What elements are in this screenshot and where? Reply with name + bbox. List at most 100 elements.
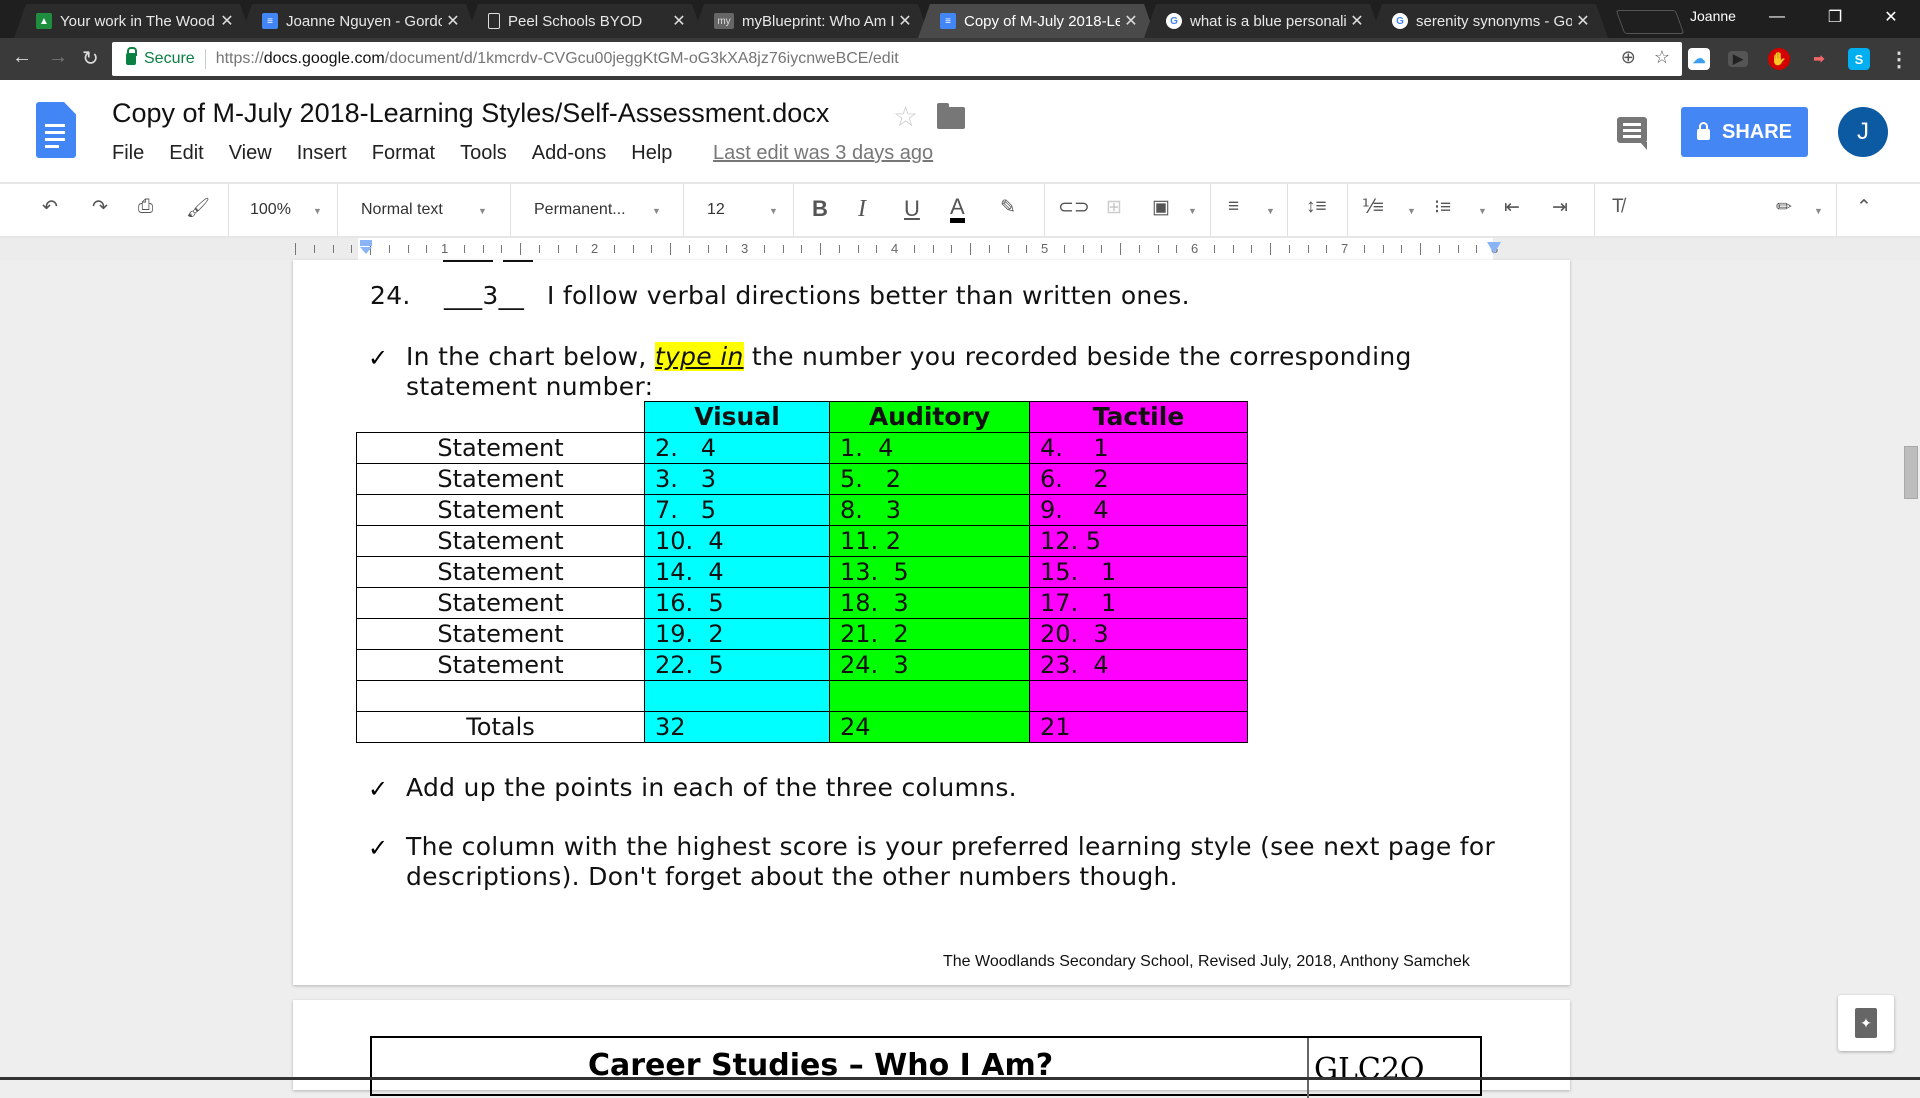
close-window-icon[interactable]: ✕	[1862, 0, 1920, 34]
visual-cell[interactable]: 22. 5	[644, 649, 830, 681]
auditory-cell[interactable]: 21. 2	[829, 618, 1030, 650]
highlight-color-icon[interactable]: ✎	[1000, 196, 1016, 219]
undo-icon[interactable]: ↶	[42, 196, 58, 219]
close-tab-icon[interactable]: ✕	[1572, 11, 1594, 31]
font-size-select[interactable]: 12	[707, 201, 725, 219]
back-icon[interactable]: ←	[12, 46, 32, 69]
menu-help[interactable]: Help	[631, 142, 672, 165]
browser-tab[interactable]: my myBlueprint: Who Am I ✕	[692, 4, 930, 38]
tactile-cell[interactable]: 6. 2	[1029, 463, 1248, 495]
right-indent-marker[interactable]	[1487, 242, 1501, 256]
visual-cell[interactable]: 10. 4	[644, 525, 830, 557]
profile-name[interactable]: Joanne	[1690, 8, 1736, 24]
tactile-cell[interactable]: 23. 4	[1029, 649, 1248, 681]
tactile-cell[interactable]: 15. 1	[1029, 556, 1248, 588]
menu-addons[interactable]: Add-ons	[532, 142, 607, 165]
docs-logo-icon[interactable]	[36, 102, 76, 158]
underline-button[interactable]: U	[904, 196, 920, 222]
decrease-indent-icon[interactable]: ⇤	[1504, 196, 1520, 219]
auditory-cell[interactable]: 11. 2	[829, 525, 1030, 557]
document-title[interactable]: Copy of M-July 2018-Learning Styles/Self…	[112, 98, 829, 129]
item-24-answer[interactable]: ___3__	[444, 281, 524, 310]
browser-tab-active[interactable]: ≡ Copy of M-July 2018-Le ✕	[918, 4, 1156, 38]
increase-indent-icon[interactable]: ⇥	[1552, 196, 1568, 219]
comment-add-icon[interactable]: ⊞	[1106, 196, 1122, 219]
menu-insert[interactable]: Insert	[297, 142, 347, 165]
close-tab-icon[interactable]: ✕	[668, 11, 690, 31]
bulleted-list-icon[interactable]: ⁝≡	[1434, 196, 1451, 219]
close-tab-icon[interactable]: ✕	[1346, 11, 1368, 31]
align-left-icon[interactable]: ≡	[1228, 196, 1239, 218]
numbered-list-icon[interactable]: ⅟≡	[1362, 196, 1384, 219]
tactile-total[interactable]: 21	[1029, 711, 1248, 743]
share-button[interactable]: SHARE	[1681, 107, 1808, 157]
tactile-cell[interactable]: 20. 3	[1029, 618, 1248, 650]
menu-edit[interactable]: Edit	[169, 142, 203, 165]
visual-cell[interactable]	[644, 680, 830, 712]
minimize-icon[interactable]: —	[1748, 0, 1806, 34]
auditory-cell[interactable]	[829, 680, 1030, 712]
visual-cell[interactable]: 3. 3	[644, 463, 830, 495]
forward-icon[interactable]: →	[48, 46, 68, 69]
menu-format[interactable]: Format	[372, 142, 435, 165]
auditory-cell[interactable]: 18. 3	[829, 587, 1030, 619]
menu-file[interactable]: File	[112, 142, 144, 165]
browser-tab[interactable]: G serenity synonyms - Go ✕	[1370, 4, 1608, 38]
print-icon[interactable]: ⎙	[138, 196, 153, 218]
left-indent-marker[interactable]	[359, 240, 373, 254]
visual-cell[interactable]: 14. 4	[644, 556, 830, 588]
browser-tab[interactable]: ≡ Joanne Nguyen - Gordo ✕	[240, 4, 478, 38]
browser-tab[interactable]: G what is a blue personali ✕	[1144, 4, 1382, 38]
tactile-cell[interactable]: 9. 4	[1029, 494, 1248, 526]
italic-button[interactable]: I	[858, 196, 866, 223]
text-color-button[interactable]: A	[950, 196, 965, 223]
explore-button[interactable]: ✦	[1838, 995, 1894, 1051]
skype-icon[interactable]: S	[1848, 48, 1870, 70]
auditory-cell[interactable]: 5. 2	[829, 463, 1030, 495]
auditory-cell[interactable]: 13. 5	[829, 556, 1030, 588]
folder-icon[interactable]	[937, 103, 965, 129]
visual-cell[interactable]: 16. 5	[644, 587, 830, 619]
link-icon[interactable]: ⊂⊃	[1058, 196, 1090, 219]
auditory-cell[interactable]: 24. 3	[829, 649, 1030, 681]
zoom-icon[interactable]: ⊕	[1621, 47, 1636, 68]
address-bar[interactable]: Secure https://docs.google.com/document/…	[112, 42, 1682, 76]
ruler[interactable]: 12345678	[0, 238, 1920, 260]
visual-cell[interactable]: 7. 5	[644, 494, 830, 526]
star-icon[interactable]: ☆	[893, 100, 918, 133]
close-tab-icon[interactable]: ✕	[1120, 11, 1142, 31]
collapse-toolbar-icon[interactable]: ⌃	[1856, 196, 1872, 219]
tactile-cell[interactable]	[1029, 680, 1248, 712]
paint-format-icon[interactable]: 🖌	[186, 196, 210, 220]
new-tab-button[interactable]	[1615, 10, 1685, 34]
zoom-select[interactable]: 100%	[250, 201, 291, 219]
auditory-total[interactable]: 24	[829, 711, 1030, 743]
close-tab-icon[interactable]: ✕	[894, 11, 916, 31]
font-select[interactable]: Permanent...	[534, 201, 626, 219]
visual-total[interactable]: 32	[644, 711, 830, 743]
style-select[interactable]: Normal text	[361, 201, 443, 219]
bold-button[interactable]: B	[812, 196, 828, 222]
clear-formatting-icon[interactable]: T̸	[1612, 196, 1624, 218]
visual-cell[interactable]: 19. 2	[644, 618, 830, 650]
restore-icon[interactable]: ❐	[1806, 0, 1864, 34]
close-tab-icon[interactable]: ✕	[442, 11, 464, 31]
close-tab-icon[interactable]: ✕	[216, 11, 238, 31]
comments-icon[interactable]	[1617, 117, 1647, 150]
menu-icon[interactable]: ⋮	[1888, 48, 1910, 71]
bookmark-star-icon[interactable]: ☆	[1654, 47, 1670, 68]
line-spacing-icon[interactable]: ↕≡	[1306, 196, 1327, 218]
visual-cell[interactable]: 2. 4	[644, 432, 830, 464]
tactile-cell[interactable]: 17. 1	[1029, 587, 1248, 619]
vertical-scrollbar-thumb[interactable]	[1904, 446, 1918, 499]
redo-icon[interactable]: ↷	[92, 196, 108, 219]
browser-tab[interactable]: ▲ Your work in The Wood ✕	[14, 4, 252, 38]
tactile-cell[interactable]: 12. 5	[1029, 525, 1248, 557]
tactile-cell[interactable]: 4. 1	[1029, 432, 1248, 464]
browser-tab[interactable]: Peel Schools BYOD ✕	[466, 4, 704, 38]
menu-tools[interactable]: Tools	[460, 142, 507, 165]
youtube-icon[interactable]: ▶	[1728, 51, 1748, 67]
avatar[interactable]: J	[1838, 107, 1888, 157]
image-icon[interactable]: ▣	[1152, 196, 1170, 219]
editing-mode-icon[interactable]: ✏	[1776, 196, 1792, 219]
